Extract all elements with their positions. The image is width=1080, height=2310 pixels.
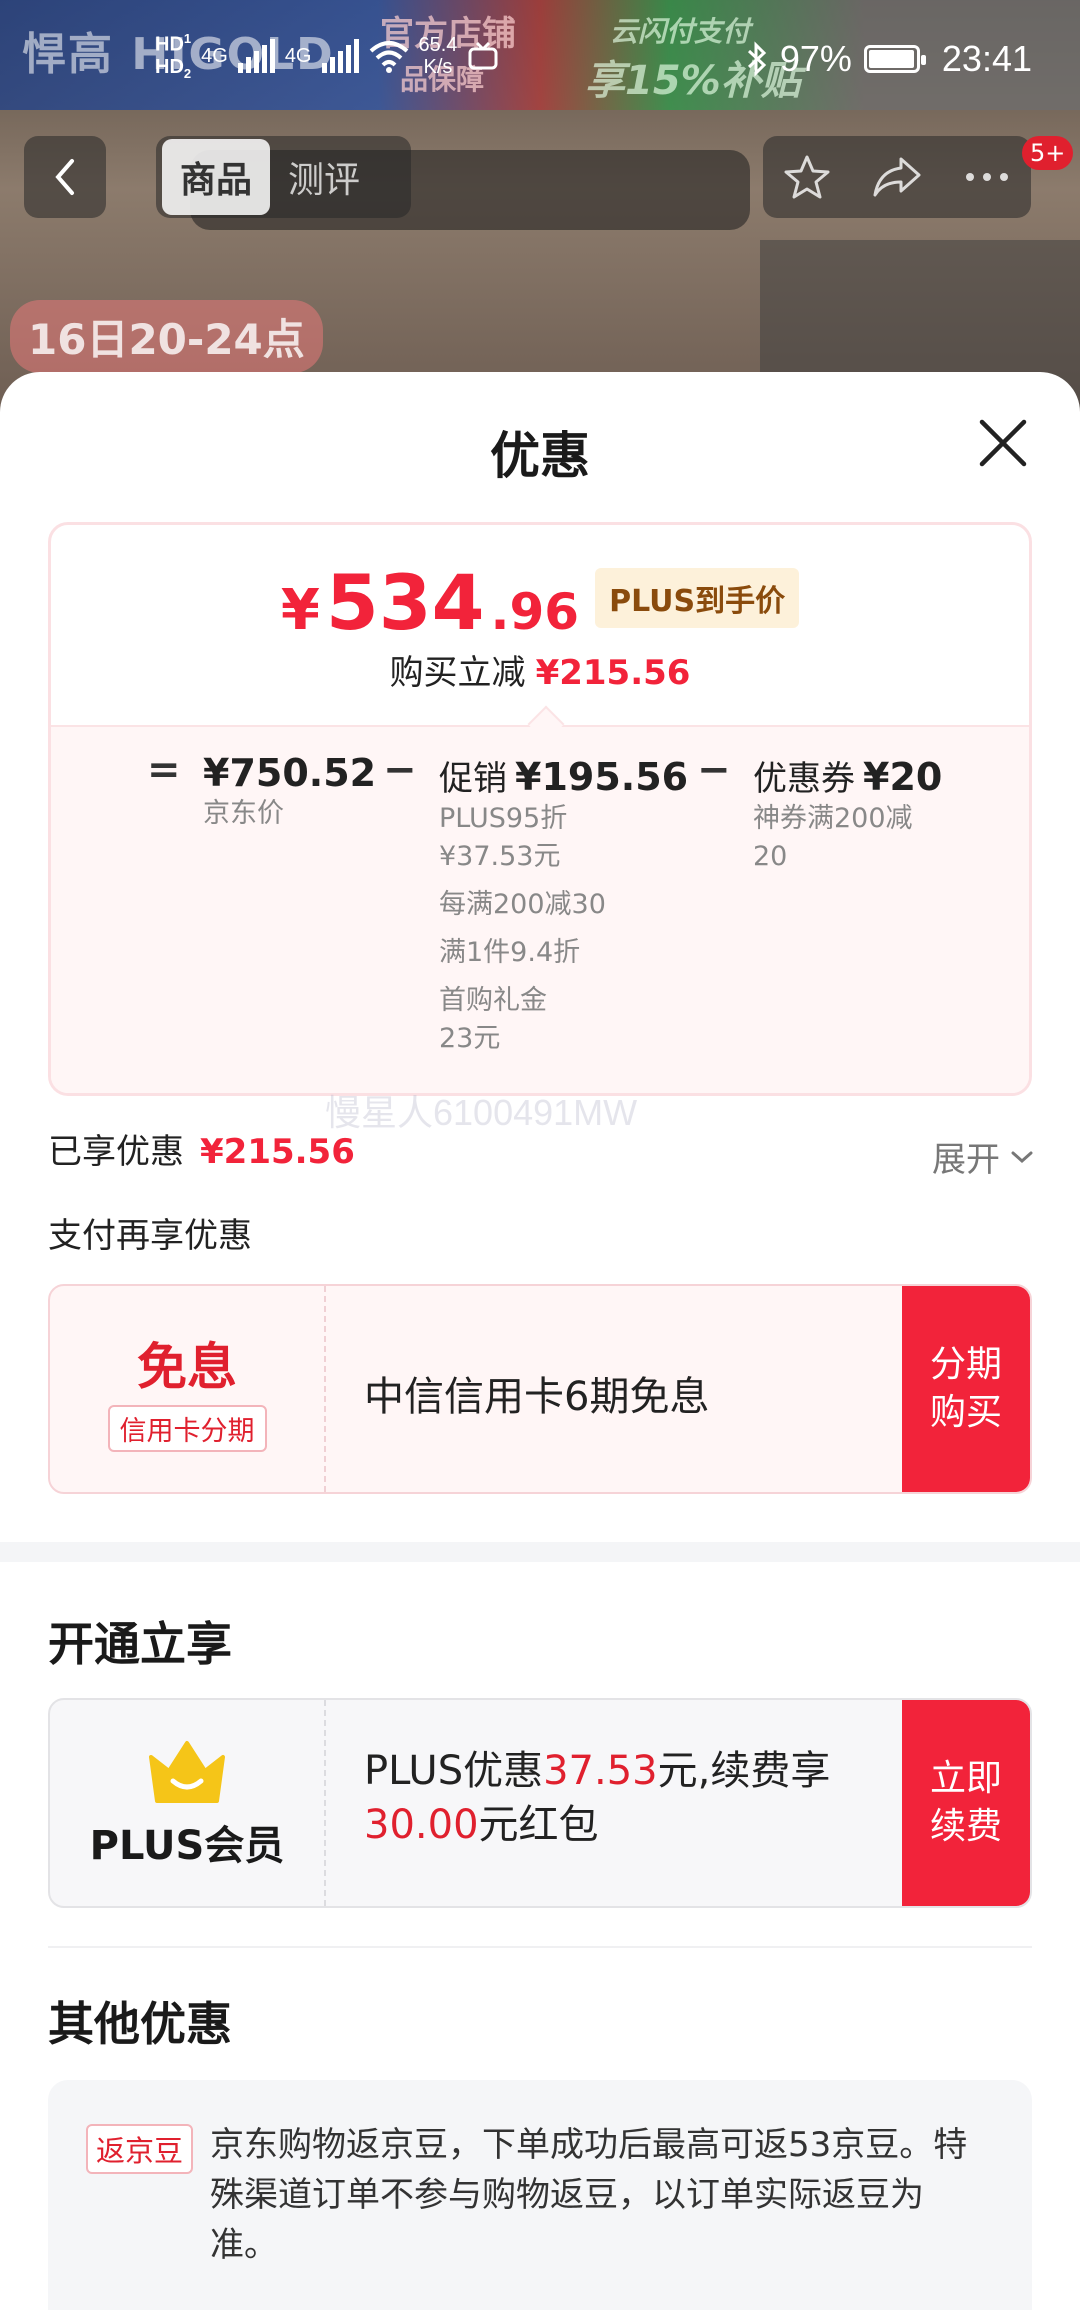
tab-product[interactable]: 商品 — [162, 139, 271, 215]
back-button[interactable] — [24, 136, 106, 218]
installment-description: 中信信用卡6期免息 — [364, 1374, 710, 1420]
plus-member-card[interactable]: PLUS会员 PLUS优惠37.53元,续费享 30.00元红包 立即续费 — [48, 1698, 1032, 1908]
share-icon[interactable] — [871, 155, 923, 199]
wifi-icon — [369, 41, 408, 74]
promo-detail: 首购礼金 — [439, 985, 547, 1016]
more-icon[interactable] — [962, 171, 1012, 183]
plus-desc-text: 元,续费享 — [657, 1748, 831, 1794]
instant-discount-label: 购买立减 — [389, 653, 526, 693]
plus-desc-amount: 30.00 — [364, 1802, 479, 1848]
clock: 23:41 — [941, 38, 1032, 79]
price-formula: = ¥750.52 京东价 − 促销 ¥195.56 PLUS95折 ¥37.53… — [51, 725, 1029, 1093]
installment-badge: 免息 信用卡分期 — [50, 1286, 326, 1492]
coupon-column: 优惠券 ¥20 神券满200减 20 — [753, 751, 942, 876]
expand-button[interactable]: 展开 — [932, 1132, 1034, 1181]
jd-beans-card: 返京豆 京东购物返京豆，下单成功后最高可返53京豆。特殊渠道订单不参与购物返豆，… — [48, 2080, 1032, 2310]
price-decimal: .96 — [490, 583, 580, 641]
renew-now-button[interactable]: 立即 续费 — [902, 1700, 1030, 1906]
promo-label: 促销 — [439, 759, 507, 799]
network-speed: 65.4 K/s — [418, 34, 458, 79]
installment-card[interactable]: 免息 信用卡分期 中信信用卡6期免息 分期购买 — [48, 1284, 1032, 1494]
instant-discount: 购买立减 ¥215.56 — [51, 645, 1029, 694]
coupon-detail: 20 — [753, 841, 788, 872]
button-label: 续费 — [929, 1806, 1002, 1847]
status-bar: HD1 HD2 4G 4G 65.4 K/s 97% 23:41 — [0, 0, 1080, 125]
plus-desc-text: PLUS优惠 — [364, 1748, 544, 1794]
section-divider — [48, 1946, 1032, 1948]
plus-member-description: PLUS优惠37.53元,续费享 30.00元红包 — [364, 1744, 884, 1852]
chevron-down-icon — [1011, 1151, 1033, 1163]
battery-icon — [863, 45, 926, 73]
equals-sign: = — [147, 747, 181, 793]
signal-icon — [237, 39, 275, 74]
promo-detail: 23元 — [439, 1023, 501, 1054]
enjoyed-discount: 已享优惠 ¥215.56 — [48, 1124, 355, 1173]
star-icon[interactable] — [782, 152, 832, 202]
network-4g-label: 4G — [284, 45, 312, 68]
crown-icon — [149, 1741, 225, 1803]
signal-icon — [321, 39, 359, 74]
credit-card-installment-tag: 信用卡分期 — [107, 1404, 267, 1452]
hd-indicator: HD1 HD2 — [155, 31, 192, 81]
user-watermark: 慢星人6100491MW — [325, 1092, 638, 1133]
background-promo-badge: 16日20-24点 — [10, 300, 323, 373]
promo-detail: ¥37.53元 — [439, 841, 561, 872]
button-label: 立即 — [929, 1758, 1002, 1799]
instant-discount-value: ¥215.56 — [535, 653, 691, 693]
open-section-title: 开通立享 — [48, 1617, 232, 1671]
promo-detail: 每满200减30 — [439, 889, 606, 920]
top-tab-bar: 商品 测评 — [156, 136, 411, 218]
chevron-left-icon — [55, 159, 74, 195]
pay-more-label: 支付再享优惠 — [48, 1216, 252, 1256]
minus-sign: − — [697, 747, 731, 793]
installment-buy-button[interactable]: 分期 购买 — [902, 1286, 1030, 1492]
promo-detail: 满1件9.4折 — [439, 937, 581, 968]
jd-beans-tag: 返京豆 — [86, 2124, 194, 2174]
message-count-badge: 5+ — [1022, 136, 1074, 170]
price-breakdown-card: ¥ 534 .96 PLUS到手价 购买立减 ¥215.56 = ¥750.52 … — [48, 522, 1032, 1096]
button-label: 分期 — [929, 1344, 1002, 1385]
coupon-label: 优惠券 — [753, 759, 855, 799]
plus-desc-text: 元红包 — [478, 1802, 599, 1848]
enjoyed-value: ¥215.56 — [200, 1132, 355, 1172]
battery-percent: 97% — [779, 38, 852, 79]
final-price: ¥ 534 .96 PLUS到手价 — [51, 565, 1029, 643]
plus-member-name: PLUS会员 — [89, 1823, 285, 1869]
currency-symbol: ¥ — [280, 578, 320, 643]
expand-label: 展开 — [932, 1140, 1000, 1180]
jd-price-column: ¥750.52 京东价 — [203, 751, 376, 833]
jd-beans-description: 京东购物返京豆，下单成功后最高可返53京豆。特殊渠道订单不参与购物返豆，以订单实… — [210, 2125, 968, 2265]
bluetooth-icon — [747, 41, 767, 77]
nav-actions — [763, 136, 1031, 218]
enjoyed-label: 已享优惠 — [48, 1132, 184, 1172]
network-4g-label: 4G — [201, 45, 228, 68]
button-label: 购买 — [929, 1392, 1002, 1433]
coupon-detail: 神券满200减 — [753, 803, 913, 834]
jd-price-label: 京东价 — [203, 798, 284, 829]
plus-desc-amount: 37.53 — [543, 1748, 658, 1794]
sheet-title: 优惠 — [490, 427, 590, 485]
promo-value: ¥195.56 — [515, 755, 689, 799]
promo-detail: PLUS95折 — [439, 803, 568, 834]
close-icon[interactable] — [974, 414, 1032, 472]
plus-price-tag: PLUS到手价 — [595, 568, 800, 628]
section-divider — [0, 1542, 1080, 1562]
jd-price-value: ¥750.52 — [203, 751, 377, 795]
interest-free-label: 免息 — [137, 1337, 237, 1396]
discount-sheet: 优惠 ¥ 534 .96 PLUS到手价 购买立减 ¥215.56 = ¥750.… — [0, 372, 1080, 2310]
tab-reviews[interactable]: 测评 — [270, 139, 378, 215]
plus-member-badge: PLUS会员 — [50, 1700, 326, 1906]
tv-icon — [468, 42, 498, 70]
price-integer: 534 — [325, 558, 485, 647]
battery-fill — [868, 50, 914, 68]
coupon-value: ¥20 — [863, 755, 943, 799]
other-section-title: 其他优惠 — [48, 1997, 232, 2051]
minus-sign: − — [383, 747, 417, 793]
promo-column: 促销 ¥195.56 PLUS95折 ¥37.53元 每满200减30 满1件9.… — [439, 751, 688, 1058]
